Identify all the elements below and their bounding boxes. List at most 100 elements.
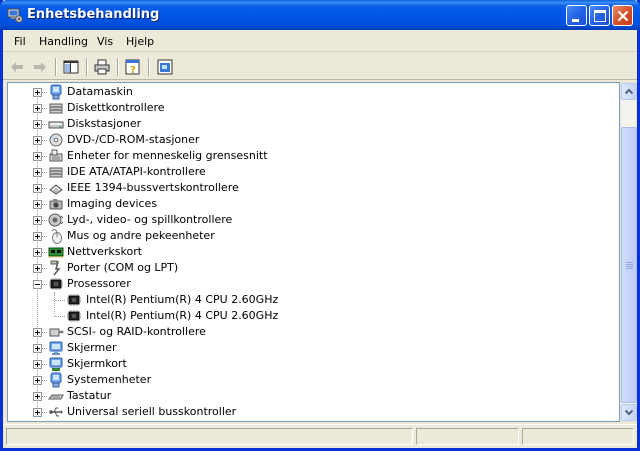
- menu-handling[interactable]: Handling: [39, 35, 88, 48]
- menu-bar: Fil Handling Vis Hjelp: [3, 30, 637, 52]
- tree-item-label: Prosessorer: [67, 277, 131, 290]
- expand-toggle[interactable]: [33, 184, 42, 193]
- show-hide-console-tree-icon[interactable]: [61, 57, 81, 77]
- hid-icon: [49, 149, 63, 162]
- device-manager-window: Enhetsbehandling Fil Handling Vis Hjelp: [0, 0, 640, 451]
- tree-item[interactable]: Systemenheter: [8, 372, 608, 388]
- expand-toggle[interactable]: [33, 360, 42, 369]
- expand-toggle[interactable]: [33, 248, 42, 257]
- vertical-scrollbar[interactable]: [620, 82, 637, 422]
- minimize-icon: [572, 19, 579, 22]
- tree-item-label: IEEE 1394-bussvertskontrollere: [67, 181, 239, 194]
- usb-icon: [49, 407, 63, 417]
- expand-toggle[interactable]: [33, 328, 42, 337]
- tree-item[interactable]: DVD-/CD-ROM-stasjoner: [8, 132, 608, 148]
- expand-toggle[interactable]: [33, 264, 42, 273]
- processor-icon: [67, 310, 81, 322]
- disk-drive-icon: [48, 121, 64, 129]
- toolbar: ?: [3, 53, 637, 80]
- close-button[interactable]: [612, 5, 633, 26]
- device-tree[interactable]: Datamaskin Diskettkontrollere Diskstasjone…: [7, 82, 620, 422]
- tree-item[interactable]: Tastatur: [8, 388, 608, 404]
- expand-toggle[interactable]: [33, 136, 42, 145]
- collapse-toggle[interactable]: [33, 280, 42, 289]
- maximize-button[interactable]: [589, 5, 610, 26]
- maximize-icon: [594, 10, 606, 22]
- sound-icon: [48, 213, 64, 227]
- tree-item-label: Diskettkontrollere: [67, 101, 165, 114]
- tree-item[interactable]: Nettverkskort: [8, 244, 608, 260]
- port-icon: [50, 260, 61, 276]
- status-panel-tertiary: [522, 428, 634, 445]
- tree-item-label: Imaging devices: [67, 197, 158, 210]
- print-icon[interactable]: [92, 57, 112, 77]
- expand-toggle[interactable]: [33, 408, 42, 417]
- tree-item[interactable]: Universal seriell busskontroller: [8, 404, 608, 420]
- expand-toggle[interactable]: [33, 168, 42, 177]
- tree-item[interactable]: Mus og andre pekeenheter: [8, 228, 608, 244]
- tree-line: [55, 300, 65, 301]
- tree-item-label: Systemenheter: [67, 373, 152, 386]
- tree-child-item[interactable]: Intel(R) Pentium(R) 4 CPU 2.60GHz: [8, 308, 608, 324]
- tree-item[interactable]: Prosessorer: [8, 276, 608, 292]
- grip-line: [626, 264, 633, 265]
- tree-item-label: IDE ATA/ATAPI-kontrollere: [67, 165, 206, 178]
- tree-child-item[interactable]: Intel(R) Pentium(R) 4 CPU 2.60GHz: [8, 292, 608, 308]
- status-panel-main: [6, 428, 413, 445]
- grip-line: [626, 268, 633, 269]
- tree-item[interactable]: SCSI- og RAID-kontrollere: [8, 324, 608, 340]
- ide-controller-icon: [49, 167, 63, 178]
- device-manager-icon: [7, 8, 23, 23]
- tree-item[interactable]: Imaging devices: [8, 196, 608, 212]
- mouse-icon: [51, 229, 62, 244]
- processor-icon: [49, 278, 63, 290]
- tree-item[interactable]: Datamaskin: [8, 84, 608, 100]
- menu-fil[interactable]: Fil: [14, 35, 26, 48]
- expand-toggle[interactable]: [33, 392, 42, 401]
- expand-toggle[interactable]: [33, 200, 42, 209]
- tree-item[interactable]: Skjermer: [8, 340, 608, 356]
- scroll-thumb[interactable]: [621, 127, 637, 403]
- tree-item-label: SCSI- og RAID-kontrollere: [67, 325, 206, 338]
- help-icon[interactable]: ?: [123, 57, 143, 77]
- tree-item[interactable]: Porter (COM og LPT): [8, 260, 608, 276]
- tree-item[interactable]: IDE ATA/ATAPI-kontrollere: [8, 164, 608, 180]
- tree-item-label: Porter (COM og LPT): [67, 261, 179, 274]
- toolbar-separator: [148, 58, 150, 76]
- scroll-down-button[interactable]: [621, 404, 637, 421]
- expand-toggle[interactable]: [33, 216, 42, 225]
- tree-child-label: Intel(R) Pentium(R) 4 CPU 2.60GHz: [86, 293, 279, 306]
- grip-line: [626, 262, 633, 263]
- menu-vis[interactable]: Vis: [97, 35, 113, 48]
- expand-toggle[interactable]: [33, 152, 42, 161]
- menu-hjelp[interactable]: Hjelp: [126, 35, 154, 48]
- expand-toggle[interactable]: [33, 104, 42, 113]
- window-title: Enhetsbehandling: [27, 7, 160, 22]
- tree-item[interactable]: Lyd-, video- og spillkontrollere: [8, 212, 608, 228]
- status-bar: [3, 424, 637, 448]
- tree-item[interactable]: Diskettkontrollere: [8, 100, 608, 116]
- minimize-button[interactable]: [566, 5, 587, 26]
- tree-item[interactable]: Skjermkort: [8, 356, 608, 372]
- expand-toggle[interactable]: [33, 232, 42, 241]
- toolbar-separator: [55, 58, 57, 76]
- tree-item[interactable]: Diskstasjoner: [8, 116, 608, 132]
- firewire-icon: [49, 184, 63, 195]
- expand-toggle[interactable]: [33, 344, 42, 353]
- scroll-up-button[interactable]: [621, 83, 637, 100]
- tree-item[interactable]: IEEE 1394-bussvertskontrollere: [8, 180, 608, 196]
- chevron-down-icon: [624, 409, 634, 416]
- expand-toggle[interactable]: [33, 88, 42, 97]
- scsi-icon: [49, 328, 64, 337]
- expand-toggle[interactable]: [33, 376, 42, 385]
- properties-icon[interactable]: [155, 57, 175, 77]
- toolbar-separator: [86, 58, 88, 76]
- back-icon[interactable]: [7, 57, 27, 77]
- tree-item[interactable]: Enheter for menneskelig grensesnitt: [8, 148, 608, 164]
- keyboard-icon: [48, 394, 64, 400]
- tree-item-label: Datamaskin: [67, 85, 133, 98]
- forward-icon[interactable]: [30, 57, 50, 77]
- title-bar[interactable]: Enhetsbehandling: [0, 0, 640, 30]
- expand-toggle[interactable]: [33, 120, 42, 129]
- tree-item-label: Universal seriell busskontroller: [67, 405, 237, 418]
